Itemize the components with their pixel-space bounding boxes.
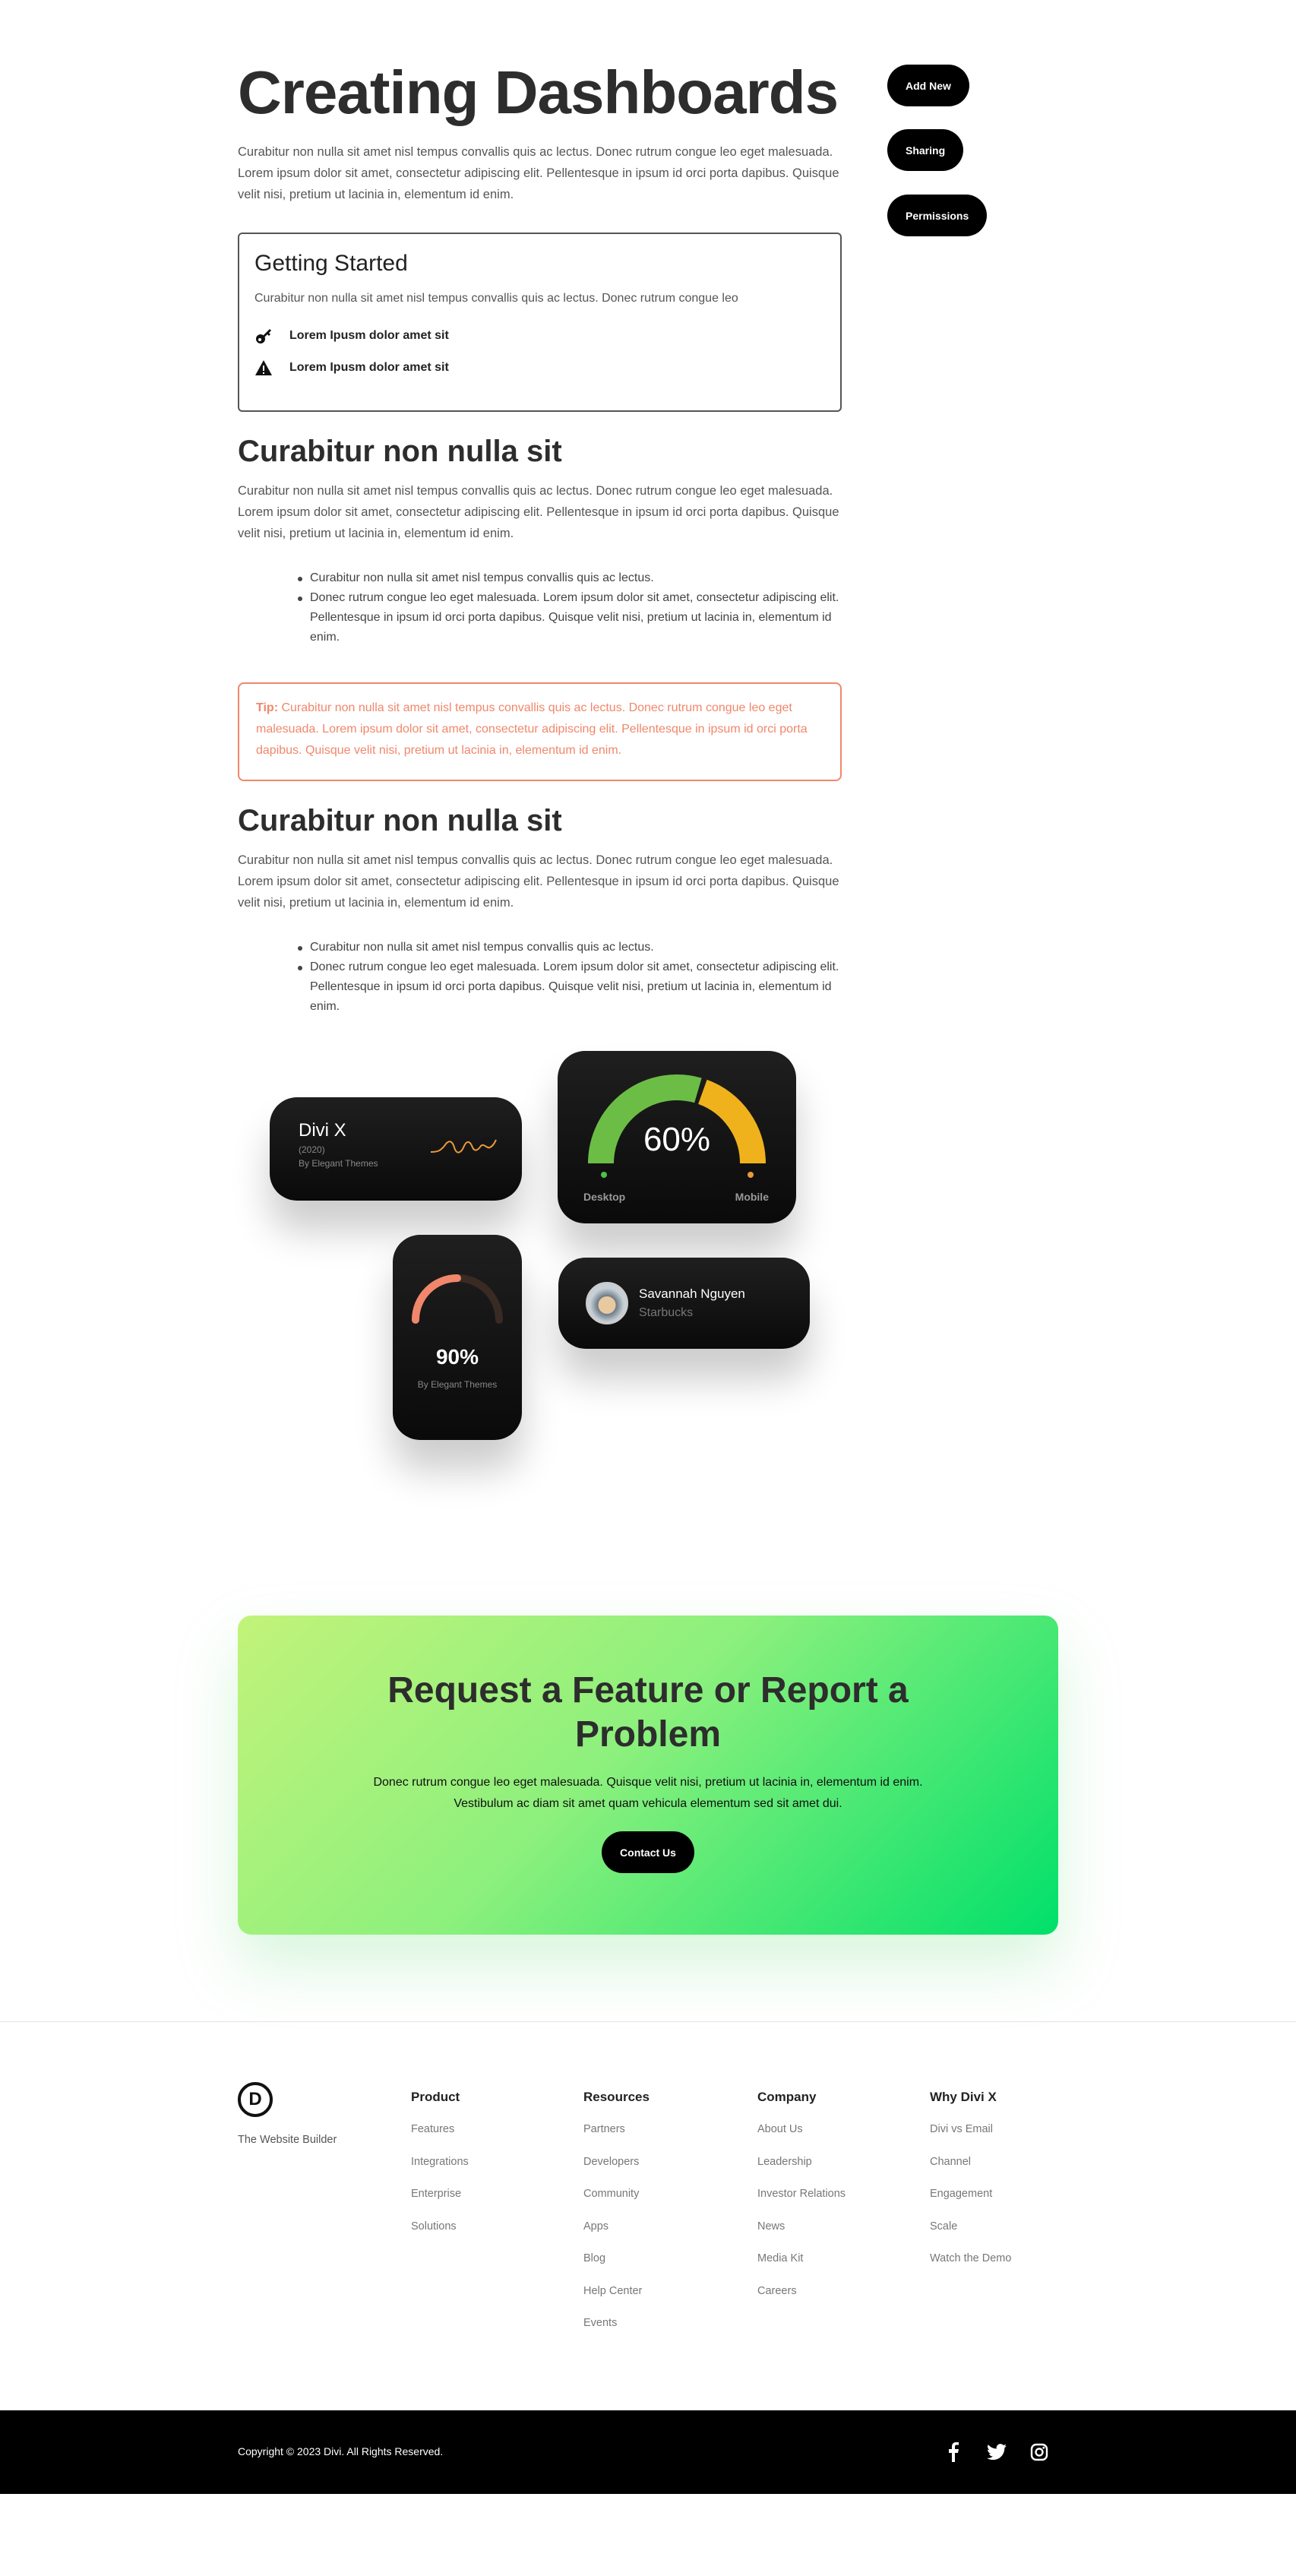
footer-link[interactable]: Developers	[583, 2156, 751, 2188]
section-text: Curabitur non nulla sit amet nisl tempus…	[238, 484, 839, 540]
footer-link[interactable]: Apps	[583, 2220, 751, 2253]
footer-tagline: The Website Builder	[238, 2134, 337, 2146]
divi-logo: D	[238, 2082, 273, 2117]
section-heading: Curabitur non nulla sit	[238, 435, 562, 468]
page-title: Creating Dashboards	[238, 59, 839, 126]
footer-link[interactable]: Leadership	[757, 2156, 925, 2188]
getting-started-box: Getting Started Curabitur non nulla sit …	[238, 233, 842, 412]
cta-section: Request a Feature or Report a Problem Do…	[238, 1616, 1058, 1935]
getting-started-title: Getting Started	[254, 251, 408, 276]
footer-link[interactable]: Community	[583, 2188, 751, 2220]
footer-link[interactable]: Media Kit	[757, 2252, 925, 2285]
section-heading: Curabitur non nulla sit	[238, 804, 562, 837]
footer-link[interactable]: Divi vs Email	[930, 2123, 1097, 2156]
copyright: Copyright © 2023 Divi. All Rights Reserv…	[238, 2445, 444, 2457]
bullet-list: Curabitur non nulla sit amet nisl tempus…	[298, 568, 842, 647]
progress-value: 90%	[435, 1345, 479, 1369]
list-item: Donec rutrum congue leo eget malesuada. …	[298, 588, 842, 647]
warning-icon	[255, 360, 272, 375]
contact-us-button[interactable]: Contact Us	[602, 1831, 694, 1873]
permissions-button[interactable]: Permissions	[887, 195, 988, 236]
footer-link[interactable]: Events	[583, 2317, 751, 2350]
instagram-icon[interactable]	[1030, 2443, 1048, 2461]
footer-link[interactable]: Engagement	[930, 2188, 1097, 2220]
cta-text: Donec rutrum congue leo eget malesuada. …	[373, 1776, 923, 1810]
footer-column-title: Why Divi X	[930, 2090, 997, 2104]
footer-divider	[0, 2021, 1296, 2022]
tip-box: Tip: Curabitur non nulla sit amet nisl t…	[238, 682, 842, 781]
item-label: Lorem Ipusm dolor amet sit	[289, 361, 449, 374]
progress-by: By Elegant Themes	[417, 1379, 498, 1390]
avatar	[586, 1282, 628, 1324]
key-icon	[256, 329, 271, 343]
footer-column-product: Product Features Integrations Enterprise…	[411, 2082, 578, 2252]
footer-column-company: Company About Us Leadership Investor Rel…	[757, 2082, 925, 2317]
profile-company: Starbucks	[639, 1306, 694, 1319]
divi-widget-card: Divi X (2020) By Elegant Themes	[270, 1097, 522, 1201]
section-text: Curabitur non nulla sit amet nisl tempus…	[238, 853, 839, 910]
footer-brand: D The Website Builder	[238, 2082, 337, 2146]
bottom-bar: Copyright © 2023 Divi. All Rights Reserv…	[0, 2410, 1296, 2494]
profile-widget-card: Savannah Nguyen Starbucks	[558, 1258, 810, 1349]
footer-link[interactable]: Channel	[930, 2156, 1097, 2188]
footer-link[interactable]: Integrations	[411, 2156, 578, 2188]
footer-link[interactable]: Solutions	[411, 2220, 578, 2253]
getting-started-item: Lorem Ipusm dolor amet sit	[254, 327, 825, 345]
sparkline-icon	[430, 1139, 497, 1154]
footer-column-title: Resources	[583, 2090, 650, 2104]
footer-link[interactable]: News	[757, 2220, 925, 2253]
add-new-button[interactable]: Add New	[887, 65, 969, 106]
progress-arc	[412, 1274, 503, 1324]
footer-link[interactable]: Features	[411, 2123, 578, 2156]
sharing-button[interactable]: Sharing	[887, 129, 964, 171]
footer-column-title: Product	[411, 2090, 460, 2104]
footer-column-title: Company	[757, 2090, 817, 2104]
list-item: Curabitur non nulla sit amet nisl tempus…	[298, 938, 842, 957]
profile-name: Savannah Nguyen	[639, 1286, 745, 1301]
gauge-value: 60%	[643, 1121, 711, 1158]
item-label: Lorem Ipusm dolor amet sit	[289, 329, 449, 342]
footer-link[interactable]: Blog	[583, 2252, 751, 2285]
facebook-icon[interactable]	[948, 2442, 959, 2462]
gauge-widget-card: 60% Desktop Mobile	[558, 1051, 796, 1223]
list-item: Donec rutrum congue leo eget malesuada. …	[298, 957, 842, 1017]
footer-link[interactable]: Investor Relations	[757, 2188, 925, 2220]
desktop-label: Desktop	[583, 1191, 626, 1203]
footer-link[interactable]: Help Center	[583, 2285, 751, 2318]
mobile-label: Mobile	[735, 1191, 769, 1203]
tip-text: Curabitur non nulla sit amet nisl tempus…	[256, 701, 808, 757]
desktop-dot	[601, 1172, 607, 1178]
cta-title: Request a Feature or Report a Problem	[387, 1670, 909, 1755]
footer-link[interactable]: Careers	[757, 2285, 925, 2318]
footer-link[interactable]: Watch the Demo	[930, 2252, 1097, 2285]
progress-widget-card: 90% By Elegant Themes	[393, 1235, 522, 1440]
intro-text: Curabitur non nulla sit amet nisl tempus…	[238, 145, 839, 201]
tip-label: Tip:	[256, 701, 279, 714]
getting-started-item: Lorem Ipusm dolor amet sit	[254, 359, 825, 377]
divi-by: By Elegant Themes	[299, 1158, 378, 1169]
list-item: Curabitur non nulla sit amet nisl tempus…	[298, 568, 842, 588]
mobile-dot	[748, 1172, 754, 1178]
bullet-list: Curabitur non nulla sit amet nisl tempus…	[298, 938, 842, 1017]
footer-column-resources: Resources Partners Developers Community …	[583, 2082, 751, 2350]
footer-link[interactable]: Enterprise	[411, 2188, 578, 2220]
footer-link[interactable]: Scale	[930, 2220, 1097, 2253]
footer-link[interactable]: About Us	[757, 2123, 925, 2156]
footer-column-why-divi: Why Divi X Divi vs Email Channel Engagem…	[930, 2082, 1097, 2285]
twitter-icon[interactable]	[987, 2444, 1007, 2460]
footer-link[interactable]: Partners	[583, 2123, 751, 2156]
getting-started-text: Curabitur non nulla sit amet nisl tempus…	[254, 292, 738, 305]
